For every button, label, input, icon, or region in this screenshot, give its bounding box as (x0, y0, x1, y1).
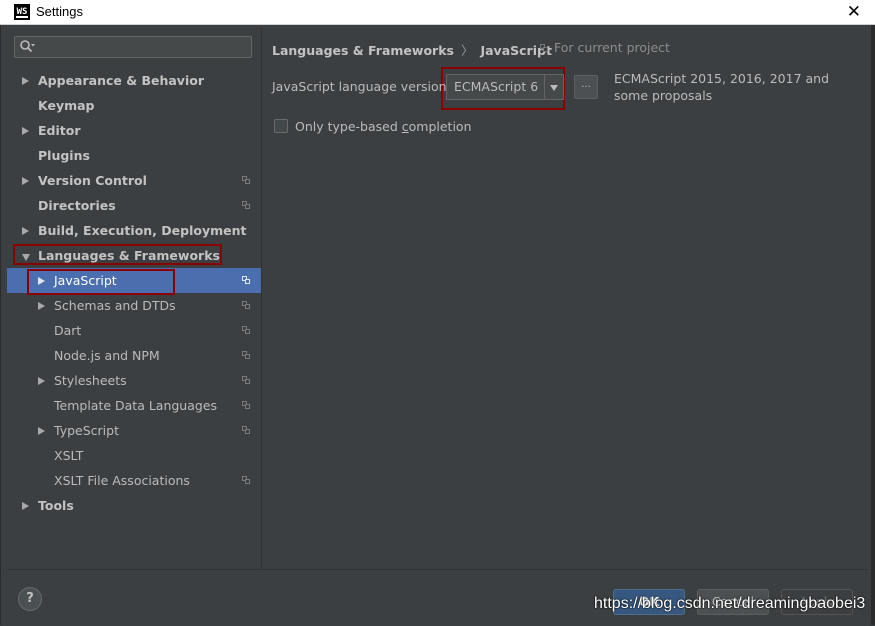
sidebar-item-label: JavaScript (54, 273, 117, 288)
project-scope-icon (242, 351, 250, 359)
expand-arrow-right-icon[interactable] (38, 377, 45, 385)
expand-arrow-right-icon[interactable] (38, 277, 45, 285)
webstorm-app-icon: WS (14, 4, 30, 20)
project-scope-icon (540, 44, 548, 52)
sidebar-item-version-control[interactable]: Version Control (7, 168, 261, 193)
search-icon (20, 40, 35, 53)
sidebar-item-schemas-and-dtds[interactable]: Schemas and DTDs (7, 293, 261, 318)
sidebar-item-languages-frameworks[interactable]: Languages & Frameworks (7, 243, 261, 268)
watermark: https://blog.csdn.net/dreamingbaobei3 (594, 595, 866, 612)
settings-content: Languages & Frameworks 〉 JavaScript For cu… (262, 28, 868, 569)
sidebar-item-xslt[interactable]: XSLT (7, 443, 261, 468)
sidebar-item-label: Schemas and DTDs (54, 298, 176, 313)
sidebar-item-label: Template Data Languages (54, 398, 218, 413)
project-scope-icon (242, 401, 250, 409)
type-based-completion-checkbox[interactable] (274, 119, 288, 133)
project-scope-icon (242, 426, 250, 434)
breadcrumb-separator: 〉 (460, 43, 474, 58)
sidebar-item-build-execution-deployment[interactable]: Build, Execution, Deployment (7, 218, 261, 243)
more-options-button[interactable]: ... (574, 75, 598, 99)
sidebar-item-label: Editor (38, 123, 81, 138)
settings-sidebar: Appearance & Behavior Keymap Editor Plugins… (7, 28, 262, 569)
scope-note: For current project (540, 40, 670, 55)
sidebar-item-label: Build, Execution, Deployment (38, 223, 247, 238)
language-version-dropdown[interactable]: ECMAScript 6 (446, 74, 564, 100)
sidebar-item-xslt-file-associations[interactable]: XSLT File Associations (7, 468, 261, 493)
project-scope-icon (242, 301, 250, 309)
window-title: Settings (36, 4, 83, 19)
breadcrumb-parent[interactable]: Languages & Frameworks (272, 43, 454, 58)
breadcrumb: Languages & Frameworks 〉 JavaScript (272, 40, 552, 59)
close-icon[interactable]: ✕ (847, 2, 861, 22)
sidebar-item-label: Plugins (38, 148, 90, 163)
help-button[interactable]: ? (18, 587, 42, 611)
sidebar-item-tools[interactable]: Tools (7, 493, 261, 518)
sidebar-item-dart[interactable]: Dart (7, 318, 261, 343)
sidebar-item-label: Tools (38, 498, 74, 513)
sidebar-item-stylesheets[interactable]: Stylesheets (7, 368, 261, 393)
settings-search-input[interactable] (14, 36, 252, 58)
sidebar-item-appearance-behavior[interactable]: Appearance & Behavior (7, 68, 261, 93)
sidebar-item-template-data-languages[interactable]: Template Data Languages (7, 393, 261, 418)
sidebar-item-label: XSLT (54, 448, 84, 463)
sidebar-item-label: Stylesheets (54, 373, 127, 388)
expand-arrow-right-icon[interactable] (38, 427, 45, 435)
sidebar-item-node-js-and-npm[interactable]: Node.js and NPM (7, 343, 261, 368)
sidebar-item-label: Version Control (38, 173, 147, 188)
expand-arrow-right-icon[interactable] (38, 302, 45, 310)
chevron-down-icon (550, 85, 558, 91)
sidebar-item-label: Keymap (38, 98, 95, 113)
sidebar-item-label: Node.js and NPM (54, 348, 160, 363)
project-scope-icon (242, 201, 250, 209)
expand-arrow-right-icon[interactable] (22, 502, 29, 510)
language-version-description: ECMAScript 2015, 2016, 2017 and some pro… (614, 71, 830, 103)
sidebar-item-label: Directories (38, 198, 116, 213)
expand-arrow-down-icon[interactable] (22, 254, 30, 261)
sidebar-item-directories[interactable]: Directories (7, 193, 261, 218)
sidebar-item-keymap[interactable]: Keymap (7, 93, 261, 118)
title-bar: WS Settings ✕ (0, 0, 875, 25)
language-version-label: JavaScript language version (272, 79, 447, 94)
settings-tree: Appearance & Behavior Keymap Editor Plugins… (7, 68, 261, 518)
project-scope-icon (242, 276, 250, 284)
sidebar-item-label: XSLT File Associations (54, 473, 190, 488)
scope-note-text: For current project (554, 40, 670, 55)
project-scope-icon (242, 176, 250, 184)
sidebar-item-typescript[interactable]: TypeScript (7, 418, 261, 443)
dropdown-divider (544, 75, 545, 99)
expand-arrow-right-icon[interactable] (22, 177, 29, 185)
project-scope-icon (242, 376, 250, 384)
sidebar-item-label: Languages & Frameworks (38, 248, 220, 263)
language-version-value: ECMAScript 6 (454, 79, 539, 94)
type-based-completion-label: Only type-based completion (295, 119, 472, 134)
project-scope-icon (242, 476, 250, 484)
expand-arrow-right-icon[interactable] (22, 227, 29, 235)
expand-arrow-right-icon[interactable] (22, 127, 29, 135)
sidebar-item-editor[interactable]: Editor (7, 118, 261, 143)
sidebar-item-label: Dart (54, 323, 82, 338)
sidebar-item-plugins[interactable]: Plugins (7, 143, 261, 168)
sidebar-item-javascript[interactable]: JavaScript (7, 268, 261, 293)
project-scope-icon (242, 326, 250, 334)
expand-arrow-right-icon[interactable] (22, 77, 29, 85)
sidebar-item-label: Appearance & Behavior (38, 73, 204, 88)
sidebar-item-label: TypeScript (54, 423, 119, 438)
